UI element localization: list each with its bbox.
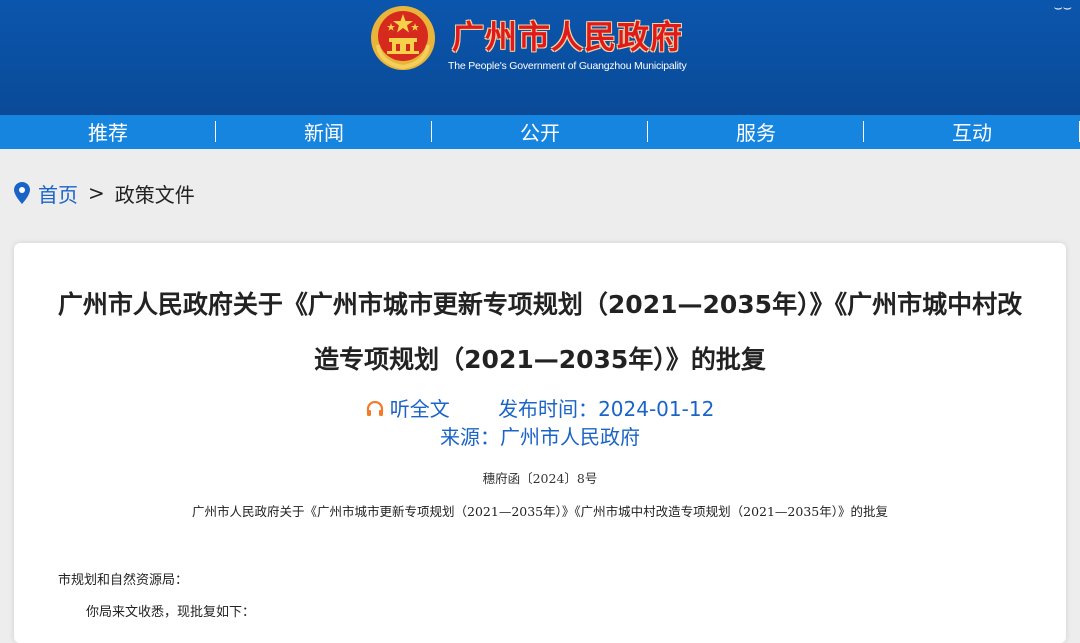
listen-label: 听全文 bbox=[389, 397, 450, 421]
publish-label: 发布时间： bbox=[498, 397, 599, 421]
breadcrumb-separator: > bbox=[88, 181, 105, 205]
nav-item-interact[interactable]: 互动 bbox=[864, 115, 1080, 149]
publish-date: 2024-01-12 bbox=[598, 397, 715, 421]
nav-item-label: 服务 bbox=[736, 121, 776, 145]
nav-item-news[interactable]: 新闻 bbox=[216, 115, 432, 149]
breadcrumb: 首页 > 政策文件 bbox=[14, 178, 195, 208]
nav-item-label: 公开 bbox=[520, 121, 560, 145]
site-header: 广州市人民政府 The People's Government of Guang… bbox=[0, 0, 1080, 115]
document-recipient: 市规划和自然资源局： bbox=[58, 573, 189, 588]
breadcrumb-current[interactable]: 政策文件 bbox=[115, 179, 195, 208]
national-emblem-icon[interactable] bbox=[370, 5, 436, 71]
document-body: 你局来文收悉，现批复如下： bbox=[86, 605, 256, 620]
nav-item-public[interactable]: 公开 bbox=[432, 115, 648, 149]
article-title: 广州市人民政府关于《广州市城市更新专项规划（2021—2035年）》《广州市城中… bbox=[57, 290, 1023, 374]
nav-item-label: 新闻 bbox=[304, 121, 344, 145]
article-source: 来源：广州市人民政府 bbox=[14, 421, 1066, 450]
source-label: 来源： bbox=[440, 425, 500, 449]
nav-item-label: 推荐 bbox=[88, 121, 128, 145]
nav-item-service[interactable]: 服务 bbox=[648, 115, 864, 149]
source-value: 广州市人民政府 bbox=[500, 425, 640, 449]
article-card: 广州市人民政府关于《广州市城市更新专项规划（2021—2035年）》《广州市城中… bbox=[14, 243, 1066, 643]
nav-item-recommend[interactable]: 推荐 bbox=[0, 115, 216, 149]
document-number: 穗府函〔2024〕8号 bbox=[482, 471, 598, 486]
document-subtitle: 广州市人民政府关于《广州市城市更新专项规划（2021—2035年）》《广州市城中… bbox=[192, 504, 888, 519]
corner-decoration: ⌣⌣ bbox=[1053, 0, 1072, 16]
nav-item-label: 互动 bbox=[952, 121, 992, 145]
headphone-icon bbox=[366, 401, 383, 416]
site-subtitle: The People's Government of Guangzhou Mun… bbox=[448, 60, 687, 72]
breadcrumb-home-link[interactable]: 首页 bbox=[38, 179, 78, 208]
article-meta: 听全文 发布时间：2024-01-12 bbox=[14, 393, 1066, 422]
site-title[interactable]: 广州市人民政府 bbox=[452, 12, 683, 58]
main-nav: 推荐 新闻 公开 服务 互动 bbox=[0, 115, 1080, 149]
location-pin-icon bbox=[14, 182, 30, 204]
listen-button[interactable]: 听全文 bbox=[366, 397, 456, 421]
